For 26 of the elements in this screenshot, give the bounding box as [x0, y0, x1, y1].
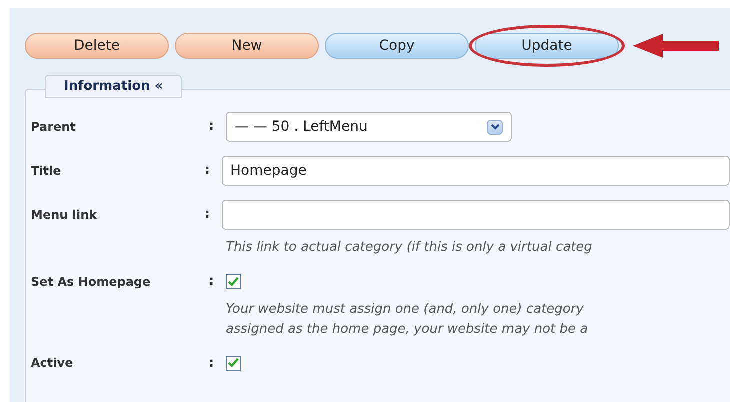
- action-button[interactable]: Copy: [325, 33, 469, 59]
- action-button[interactable]: New: [175, 33, 319, 59]
- colon: :: [209, 273, 216, 291]
- action-button[interactable]: Delete: [25, 33, 169, 59]
- check-icon: [228, 358, 239, 368]
- field-label: Title: [31, 163, 62, 180]
- check-icon: [228, 276, 239, 287]
- field-label: Parent: [31, 119, 77, 136]
- colon: :: [204, 162, 212, 180]
- field-label: Menu link: [31, 207, 98, 224]
- arrow-icon: [633, 33, 719, 59]
- checkbox[interactable]: [226, 274, 241, 290]
- parent-dropdown[interactable]: — — 50 . LeftMenu: [226, 112, 512, 142]
- section-tab[interactable]: Information «: [45, 75, 182, 98]
- checkbox[interactable]: [226, 356, 241, 371]
- hint-text: This link to actual category (if this is only a virtual categ: [226, 239, 594, 257]
- colon: :: [209, 118, 216, 136]
- field-label: Active: [31, 355, 74, 372]
- hint-text: Your website must assign one (and, only one) category assigned as the home page, your website may not be a: [226, 300, 590, 338]
- text-field[interactable]: [222, 200, 730, 230]
- text-field[interactable]: Homepage: [222, 156, 730, 186]
- colon: :: [209, 354, 216, 372]
- action-button[interactable]: Update: [475, 33, 619, 59]
- colon: :: [204, 206, 212, 224]
- dropdown-arrow-icon: [487, 120, 503, 134]
- field-label: Set As Homepage: [31, 274, 152, 291]
